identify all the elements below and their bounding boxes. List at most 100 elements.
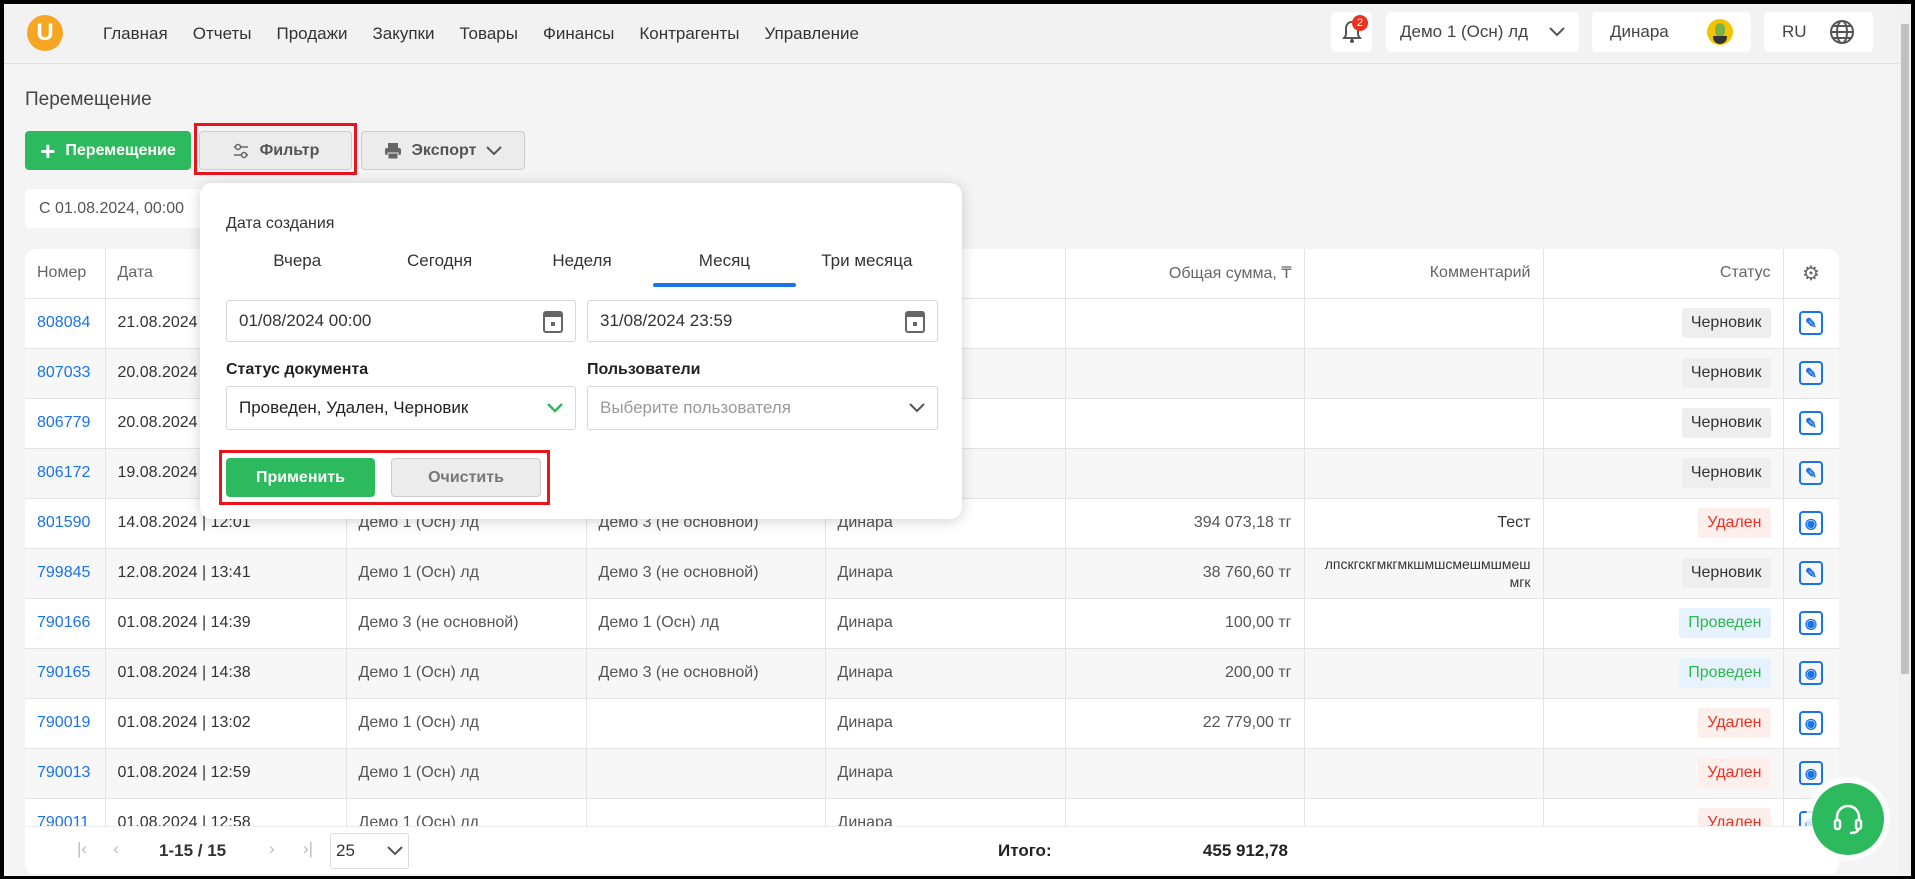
nav-sales[interactable]: Продажи xyxy=(276,24,347,44)
logo[interactable]: U xyxy=(27,15,63,51)
doc-number-link[interactable]: 808084 xyxy=(25,298,106,349)
doc-sum xyxy=(1065,298,1305,349)
eye-icon[interactable]: ◉ xyxy=(1799,661,1823,685)
table-settings-button[interactable]: ⚙ xyxy=(1783,249,1839,299)
notifications-button[interactable]: 2 xyxy=(1331,12,1372,52)
language-code: RU xyxy=(1782,22,1807,41)
table-row[interactable]: 790019 01.08.2024 | 13:02 Демо 1 (Осн) лд Д… xyxy=(25,698,1839,749)
doc-date: 01.08.2024 | 13:02 xyxy=(105,698,347,749)
filter-button[interactable]: Фильтр xyxy=(199,131,352,170)
last-page-icon[interactable]: ›| xyxy=(303,839,313,859)
edit-icon[interactable]: ✎ xyxy=(1799,461,1823,485)
prev-page-icon[interactable]: ‹ xyxy=(113,839,119,859)
users-select[interactable]: Выберите пользователя xyxy=(587,386,938,430)
doc-number-link[interactable]: 806779 xyxy=(25,398,106,449)
tab-week[interactable]: Неделя xyxy=(511,243,653,287)
doc-sum: 22 779,00 тг xyxy=(1065,698,1305,749)
nav-home[interactable]: Главная xyxy=(103,24,168,44)
page-scrollbar[interactable] xyxy=(1899,4,1911,876)
action-cell[interactable]: ◉ xyxy=(1783,648,1839,699)
doc-number-link[interactable]: 790019 xyxy=(25,698,106,749)
action-cell[interactable]: ◉ xyxy=(1783,698,1839,749)
edit-icon[interactable]: ✎ xyxy=(1799,311,1823,335)
edit-icon[interactable]: ✎ xyxy=(1799,561,1823,585)
doc-number-link[interactable]: 799845 xyxy=(25,548,106,599)
page-size-select[interactable]: 25 xyxy=(330,833,409,869)
action-cell[interactable]: ◉ xyxy=(1783,498,1839,549)
eye-icon[interactable]: ◉ xyxy=(1799,611,1823,635)
eye-icon[interactable]: ◉ xyxy=(1799,511,1823,535)
doc-comment xyxy=(1304,598,1544,649)
doc-comment xyxy=(1304,448,1544,499)
clear-button[interactable]: Очистить xyxy=(391,458,541,497)
status-cell: Черновик xyxy=(1543,448,1784,499)
doc-number-link[interactable]: 806172 xyxy=(25,448,106,499)
doc-number-link[interactable]: 790166 xyxy=(25,598,106,649)
nav-management[interactable]: Управление xyxy=(764,24,859,44)
action-cell[interactable]: ✎ xyxy=(1783,398,1839,449)
edit-icon[interactable]: ✎ xyxy=(1799,411,1823,435)
language-select[interactable]: RU xyxy=(1764,12,1873,52)
col-number[interactable]: Номер xyxy=(25,249,106,299)
status-label: Статус документа xyxy=(226,361,369,378)
tab-three-months[interactable]: Три месяца xyxy=(796,243,938,287)
company-select[interactable]: Демо 1 (Осн) лд xyxy=(1386,12,1579,52)
eye-icon[interactable]: ◉ xyxy=(1799,761,1823,785)
nav-finance[interactable]: Финансы xyxy=(543,24,614,44)
table-row[interactable]: 790166 01.08.2024 | 14:39 Демо 3 (не основ… xyxy=(25,598,1839,649)
doc-number-link[interactable]: 790165 xyxy=(25,648,106,699)
nav-purchases[interactable]: Закупки xyxy=(372,24,434,44)
col-comment[interactable]: Комментарий xyxy=(1304,249,1544,299)
status-badge: Черновик xyxy=(1681,308,1771,338)
apply-button[interactable]: Применить xyxy=(226,458,375,497)
user-menu[interactable]: Динара xyxy=(1592,12,1751,52)
status-select[interactable]: Проведен, Удален, Черновик xyxy=(226,386,576,430)
table-row[interactable]: 790165 01.08.2024 | 14:38 Демо 1 (Осн) лд Д… xyxy=(25,648,1839,699)
nav-contractors[interactable]: Контрагенты xyxy=(639,24,739,44)
doc-number-link[interactable]: 790013 xyxy=(25,748,106,799)
tab-yesterday[interactable]: Вчера xyxy=(226,243,368,287)
doc-comment xyxy=(1304,698,1544,749)
support-chat-button[interactable] xyxy=(1812,783,1884,855)
doc-comment xyxy=(1304,298,1544,349)
date-to-input[interactable]: 31/08/2024 23:59 xyxy=(587,300,938,342)
doc-number-link[interactable]: 801590 xyxy=(25,498,106,549)
action-cell[interactable]: ✎ xyxy=(1783,548,1839,599)
status-badge: Проведен xyxy=(1679,658,1771,688)
scrollbar-thumb[interactable] xyxy=(1901,24,1909,674)
add-transfer-button[interactable]: + Перемещение xyxy=(25,131,191,170)
tab-month[interactable]: Месяц xyxy=(653,243,797,287)
chevron-down-icon xyxy=(387,846,403,856)
nav-products[interactable]: Товары xyxy=(459,24,517,44)
status-badge: Черновик xyxy=(1681,458,1771,488)
doc-user: Динара xyxy=(825,598,1066,649)
from-warehouse: Демо 1 (Осн) лд xyxy=(346,548,587,599)
gear-icon: ⚙ xyxy=(1802,262,1820,285)
table-row[interactable]: 799845 12.08.2024 | 13:41 Демо 1 (Осн) лд Д… xyxy=(25,548,1839,599)
export-button[interactable]: Экспорт xyxy=(361,131,525,170)
action-cell[interactable]: ✎ xyxy=(1783,298,1839,349)
action-cell[interactable]: ✎ xyxy=(1783,448,1839,499)
calendar-icon[interactable] xyxy=(543,309,563,333)
chevron-down-icon xyxy=(547,403,563,413)
edit-icon[interactable]: ✎ xyxy=(1799,361,1823,385)
action-cell[interactable]: ◉ xyxy=(1783,598,1839,649)
page-size-value: 25 xyxy=(336,841,355,860)
nav-reports[interactable]: Отчеты xyxy=(193,24,252,44)
action-cell[interactable]: ✎ xyxy=(1783,348,1839,399)
doc-number-link[interactable]: 807033 xyxy=(25,348,106,399)
next-page-icon[interactable]: › xyxy=(269,839,275,859)
status-badge: Проведен xyxy=(1679,608,1771,638)
date-period-tabs: Вчера Сегодня Неделя Месяц Три месяца xyxy=(226,243,938,287)
doc-sum xyxy=(1065,348,1305,399)
col-status[interactable]: Статус xyxy=(1543,249,1784,299)
from-warehouse: Демо 1 (Осн) лд xyxy=(346,698,587,749)
doc-date: 01.08.2024 | 12:59 xyxy=(105,748,347,799)
calendar-icon[interactable] xyxy=(905,309,925,333)
eye-icon[interactable]: ◉ xyxy=(1799,711,1823,735)
col-sum[interactable]: Общая сумма, ₸ xyxy=(1065,249,1305,299)
first-page-icon[interactable]: |‹ xyxy=(77,839,87,859)
table-row[interactable]: 790013 01.08.2024 | 12:59 Демо 1 (Осн) лд Д… xyxy=(25,748,1839,799)
date-from-input[interactable]: 01/08/2024 00:00 xyxy=(226,300,576,342)
tab-today[interactable]: Сегодня xyxy=(368,243,510,287)
